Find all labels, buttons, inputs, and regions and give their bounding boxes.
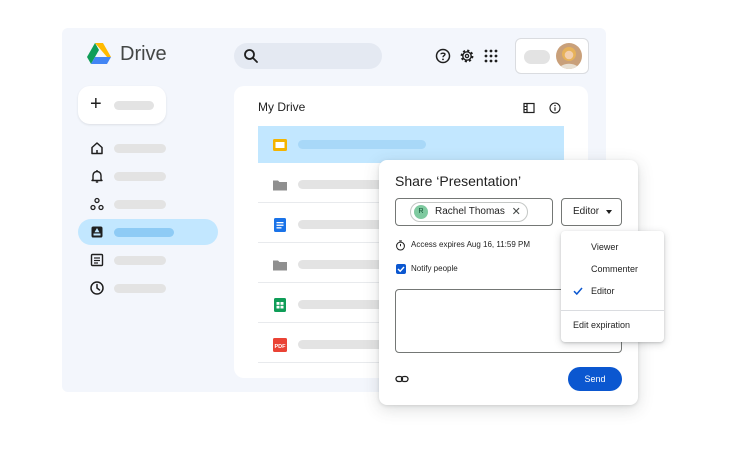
- caret-down-icon: [606, 210, 612, 214]
- docs-icon: [274, 218, 286, 232]
- nav-item-my-drive[interactable]: [78, 219, 218, 245]
- pdf-icon: PDF: [273, 338, 287, 352]
- nav-item-computers[interactable]: [78, 247, 218, 273]
- settings-gear-icon[interactable]: [459, 48, 475, 64]
- info-icon[interactable]: [549, 102, 561, 114]
- new-label-placeholder: [114, 101, 154, 110]
- recipient-chip[interactable]: R Rachel Thomas ✕: [410, 202, 528, 222]
- home-icon: [91, 142, 103, 155]
- notify-label: Notify people: [411, 264, 458, 273]
- brand[interactable]: Drive: [86, 42, 167, 66]
- check-icon: [573, 287, 583, 296]
- bell-icon: [91, 170, 103, 183]
- role-menu: Viewer Commenter Editor Edit expiration: [561, 231, 664, 342]
- recipient-avatar: R: [414, 205, 428, 219]
- access-expiry-text: Access expires Aug 16, 11:59 PM: [411, 240, 531, 249]
- sheets-icon: [274, 298, 286, 312]
- nav-label-placeholder: [114, 200, 166, 209]
- role-select[interactable]: Editor: [561, 198, 622, 226]
- shared-icon: [90, 197, 104, 211]
- apps-grid-icon[interactable]: [483, 48, 499, 64]
- notify-checkbox[interactable]: [396, 264, 406, 274]
- menu-item-editor[interactable]: Editor: [561, 281, 664, 301]
- drive-logo-icon: [87, 43, 111, 64]
- help-icon[interactable]: [435, 48, 451, 64]
- svg-text:PDF: PDF: [275, 344, 287, 350]
- search-icon: [244, 49, 258, 63]
- menu-item-commenter[interactable]: Commenter: [561, 259, 664, 279]
- nav-item-home[interactable]: [78, 135, 218, 161]
- file-row[interactable]: [258, 126, 564, 163]
- my-drive-icon: [91, 226, 103, 238]
- nav-label-placeholder: [114, 228, 174, 237]
- clock-icon: [90, 281, 104, 295]
- new-button[interactable]: +: [78, 86, 166, 124]
- plus-icon: +: [90, 93, 102, 115]
- folder-icon: [273, 260, 287, 271]
- nav-item-shared[interactable]: [78, 191, 218, 217]
- nav-item-recent[interactable]: [78, 275, 218, 301]
- menu-item-edit-expiration[interactable]: Edit expiration: [561, 315, 664, 335]
- add-people-input[interactable]: R Rachel Thomas ✕: [395, 198, 553, 226]
- recipient-name: Rachel Thomas: [435, 206, 505, 217]
- page-title: My Drive: [258, 100, 306, 114]
- share-dialog-title: Share ‘Presentation’: [395, 173, 522, 189]
- send-button[interactable]: Send: [568, 367, 622, 391]
- app-name: Drive: [120, 42, 167, 65]
- search-bar[interactable]: [234, 43, 382, 69]
- nav-label-placeholder: [114, 172, 166, 181]
- slides-icon: [273, 139, 287, 151]
- menu-item-editor-label: Editor: [591, 286, 615, 296]
- user-avatar: [556, 43, 582, 69]
- nav-label-placeholder: [114, 144, 166, 153]
- remove-recipient-icon[interactable]: ✕: [512, 203, 521, 221]
- file-name-placeholder: [298, 140, 426, 149]
- account-name-placeholder: [524, 50, 550, 64]
- folder-icon: [273, 180, 287, 191]
- menu-divider: [561, 310, 664, 311]
- nav-item-activity[interactable]: [78, 163, 218, 189]
- timer-icon: [396, 240, 405, 251]
- nav-label-placeholder: [114, 256, 166, 265]
- nav-label-placeholder: [114, 284, 166, 293]
- list-view-icon[interactable]: [523, 102, 535, 114]
- menu-item-viewer[interactable]: Viewer: [561, 237, 664, 257]
- role-select-value: Editor: [573, 206, 600, 217]
- account-switcher[interactable]: [515, 38, 589, 74]
- copy-link-icon[interactable]: [395, 372, 409, 386]
- checkmark-icon: [397, 266, 405, 273]
- computers-icon: [90, 253, 104, 267]
